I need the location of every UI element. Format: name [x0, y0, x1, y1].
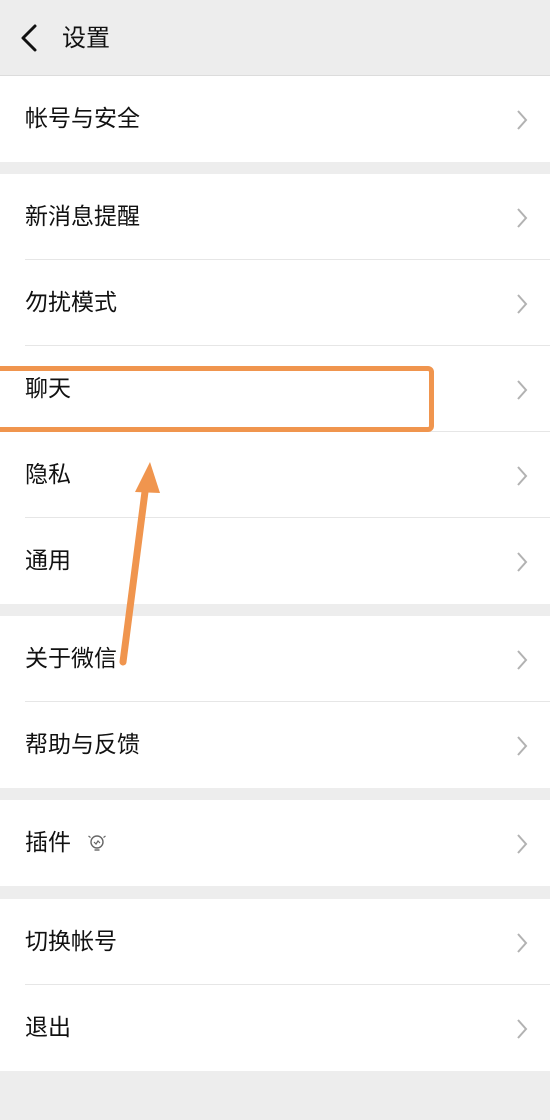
chevron-right-icon — [517, 380, 528, 400]
settings-group-about: 关于微信 帮助与反馈 — [0, 616, 550, 788]
settings-item-label: 帮助与反馈 — [25, 732, 140, 758]
top-bar: 设置 — [0, 0, 550, 76]
chevron-right-icon — [517, 208, 528, 228]
chevron-left-icon — [21, 24, 37, 52]
settings-item-label: 隐私 — [25, 462, 71, 488]
chevron-right-icon — [517, 294, 528, 314]
lightbulb-icon — [88, 835, 106, 851]
settings-item-label: 切换帐号 — [25, 929, 117, 955]
back-button[interactable] — [10, 18, 50, 58]
settings-item-privacy[interactable]: 隐私 — [0, 432, 550, 518]
page-title: 设置 — [62, 24, 110, 52]
settings-item-notifications[interactable]: 新消息提醒 — [0, 174, 550, 260]
settings-item-plugins[interactable]: 插件 — [0, 800, 550, 886]
chevron-right-icon — [517, 110, 528, 130]
settings-item-label: 退出 — [25, 1015, 71, 1041]
chevron-right-icon — [517, 933, 528, 953]
settings-item-account-security[interactable]: 帐号与安全 — [0, 76, 550, 162]
settings-item-label: 勿扰模式 — [25, 290, 117, 316]
settings-item-label: 插件 — [25, 830, 71, 856]
settings-item-general[interactable]: 通用 — [0, 518, 550, 604]
settings-group-account-switch: 切换帐号 退出 — [0, 899, 550, 1071]
chevron-right-icon — [517, 834, 528, 854]
settings-item-label: 新消息提醒 — [25, 204, 140, 230]
settings-group-account: 帐号与安全 — [0, 76, 550, 162]
settings-group-general: 新消息提醒 勿扰模式 聊天 隐私 通用 — [0, 174, 550, 604]
settings-item-chat[interactable]: 聊天 — [0, 346, 550, 432]
settings-item-switch-account[interactable]: 切换帐号 — [0, 899, 550, 985]
chevron-right-icon — [517, 736, 528, 756]
settings-item-about-wechat[interactable]: 关于微信 — [0, 616, 550, 702]
settings-item-help-feedback[interactable]: 帮助与反馈 — [0, 702, 550, 788]
settings-item-label: 帐号与安全 — [25, 106, 140, 132]
chevron-right-icon — [517, 1019, 528, 1039]
settings-item-log-out[interactable]: 退出 — [0, 985, 550, 1071]
settings-group-plugins: 插件 — [0, 800, 550, 886]
settings-item-label: 关于微信 — [25, 646, 117, 672]
settings-item-do-not-disturb[interactable]: 勿扰模式 — [0, 260, 550, 346]
chevron-right-icon — [517, 650, 528, 670]
chevron-right-icon — [517, 552, 528, 572]
chevron-right-icon — [517, 466, 528, 486]
settings-item-label: 聊天 — [25, 376, 71, 402]
settings-item-label: 通用 — [25, 548, 71, 574]
